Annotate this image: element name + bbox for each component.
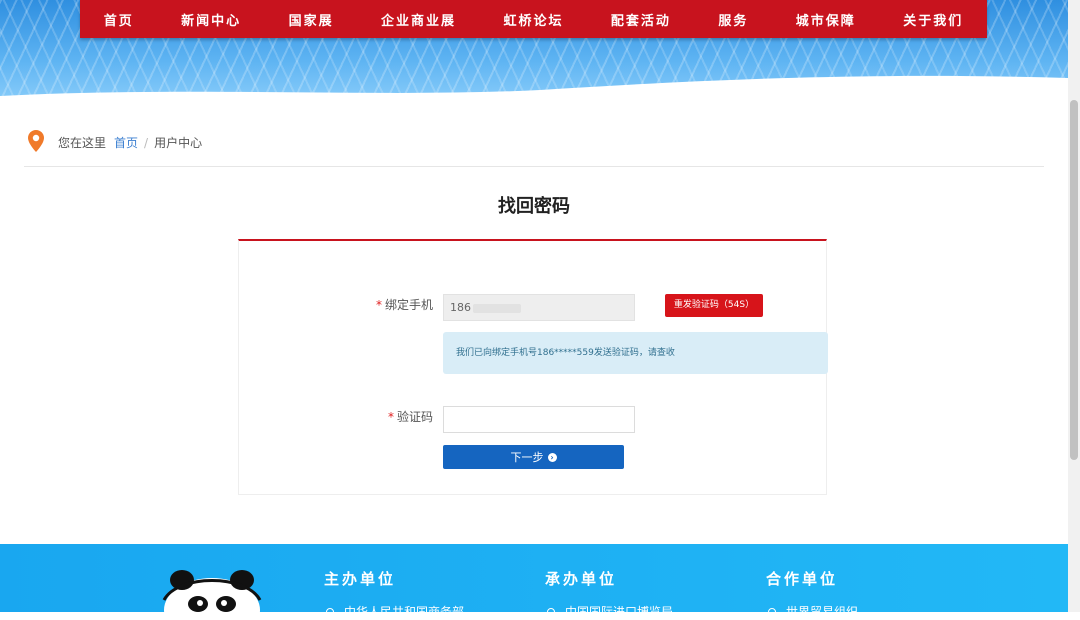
phone-label-text: 绑定手机	[384, 298, 433, 312]
nav-item-business-exhibition[interactable]: 企业商业展	[381, 10, 456, 29]
code-label: * 验证码	[313, 408, 433, 425]
breadcrumb: 您在这里 首页 / 用户中心	[24, 130, 1044, 167]
banner-wave	[0, 75, 1068, 108]
nav-item-side-events[interactable]: 配套活动	[611, 10, 671, 29]
required-mark: *	[387, 410, 394, 424]
sms-sent-notice: 我们已向绑定手机号186*****559发送验证码，请查收	[443, 332, 828, 374]
footer-column-organizer: 主办单位 中华人民共和国商务部	[324, 568, 464, 620]
header-banner: 首页 新闻中心 国家展 企业商业展 虹桥论坛 配套活动 服务 城市保障 关于我们	[0, 0, 1068, 108]
nav-item-news[interactable]: 新闻中心	[181, 10, 241, 29]
scrollbar-thumb[interactable]	[1070, 100, 1078, 460]
footer-column-title: 合作单位	[766, 570, 839, 588]
circle-arrow-right-icon: ›	[547, 452, 557, 462]
nav-item-services[interactable]: 服务	[718, 10, 748, 29]
next-step-button[interactable]: 下一步 ›	[443, 445, 624, 469]
phone-label: * 绑定手机	[313, 296, 433, 313]
nav-item-about-us[interactable]: 关于我们	[903, 10, 963, 29]
breadcrumb-prefix: 您在这里	[58, 136, 107, 150]
map-pin-icon	[28, 130, 44, 152]
breadcrumb-home-link[interactable]: 首页	[114, 130, 138, 156]
nav-item-home[interactable]: 首页	[104, 10, 134, 29]
breadcrumb-separator: /	[144, 136, 149, 150]
nav-item-city-support[interactable]: 城市保障	[796, 10, 856, 29]
page-scrollbar[interactable]	[1068, 0, 1080, 612]
phone-field: 186	[443, 294, 635, 321]
phone-masked-digits	[473, 303, 521, 313]
nav-item-country-exhibition[interactable]: 国家展	[289, 10, 334, 29]
resend-code-button[interactable]: 重发验证码（54S）	[665, 294, 763, 317]
footer-column-partner: 合作单位 世界贸易组织	[766, 568, 858, 620]
page-title: 找回密码	[498, 196, 570, 217]
next-step-label: 下一步	[510, 451, 544, 464]
main-nav: 首页 新闻中心 国家展 企业商业展 虹桥论坛 配套活动 服务 城市保障 关于我们	[80, 0, 987, 38]
required-mark: *	[375, 298, 382, 312]
phone-field-value: 186	[450, 301, 471, 314]
footer-column-title: 主办单位	[324, 570, 397, 588]
breadcrumb-current: 用户中心	[154, 136, 203, 150]
footer-column-host: 承办单位 中国国际进口博览局	[545, 568, 673, 620]
code-label-text: 验证码	[396, 410, 433, 424]
panda-mascot-icon	[162, 570, 262, 612]
verification-code-input[interactable]	[443, 406, 635, 433]
nav-item-hongqiao-forum[interactable]: 虹桥论坛	[503, 10, 563, 29]
footer-column-title: 承办单位	[545, 570, 618, 588]
footer: 主办单位 中华人民共和国商务部 承办单位 中国国际进口博览局 合作单位 世界贸易…	[0, 544, 1068, 619]
